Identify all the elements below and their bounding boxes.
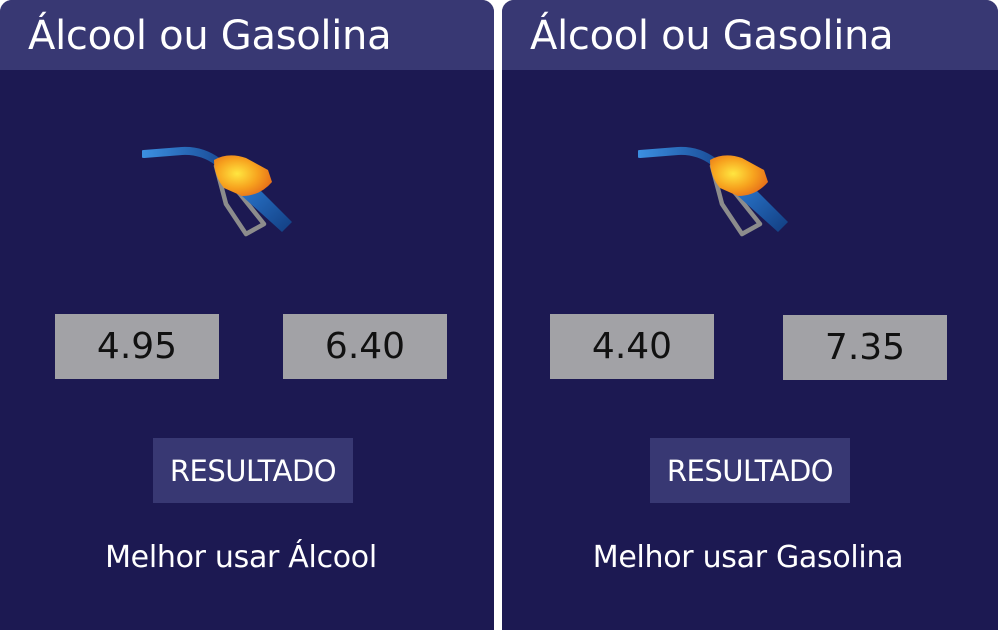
- app-bar: Álcool ou Gasolina: [502, 0, 998, 70]
- app-title: Álcool ou Gasolina: [28, 13, 392, 59]
- result-button[interactable]: RESULTADO: [153, 438, 353, 503]
- fuel-pump-icon: [142, 146, 292, 237]
- result-button[interactable]: RESULTADO: [650, 438, 850, 503]
- gasolina-price-input[interactable]: 7.35: [783, 315, 947, 380]
- app-screen-right: Álcool ou Gasolina 4.40 7.35 RESULTADO M…: [502, 0, 998, 630]
- alcool-price-input[interactable]: 4.40: [550, 314, 714, 379]
- app-bar: Álcool ou Gasolina: [0, 0, 494, 70]
- alcool-price-input[interactable]: 4.95: [55, 314, 219, 379]
- result-text: Melhor usar Gasolina: [592, 540, 904, 575]
- result-text: Melhor usar Álcool: [105, 540, 377, 575]
- app-screen-left: Álcool ou Gasolina 4.95 6.40 RESULTADO M…: [0, 0, 494, 630]
- app-title: Álcool ou Gasolina: [530, 13, 894, 59]
- gasolina-price-input[interactable]: 6.40: [283, 314, 447, 379]
- fuel-pump-icon: [638, 146, 788, 237]
